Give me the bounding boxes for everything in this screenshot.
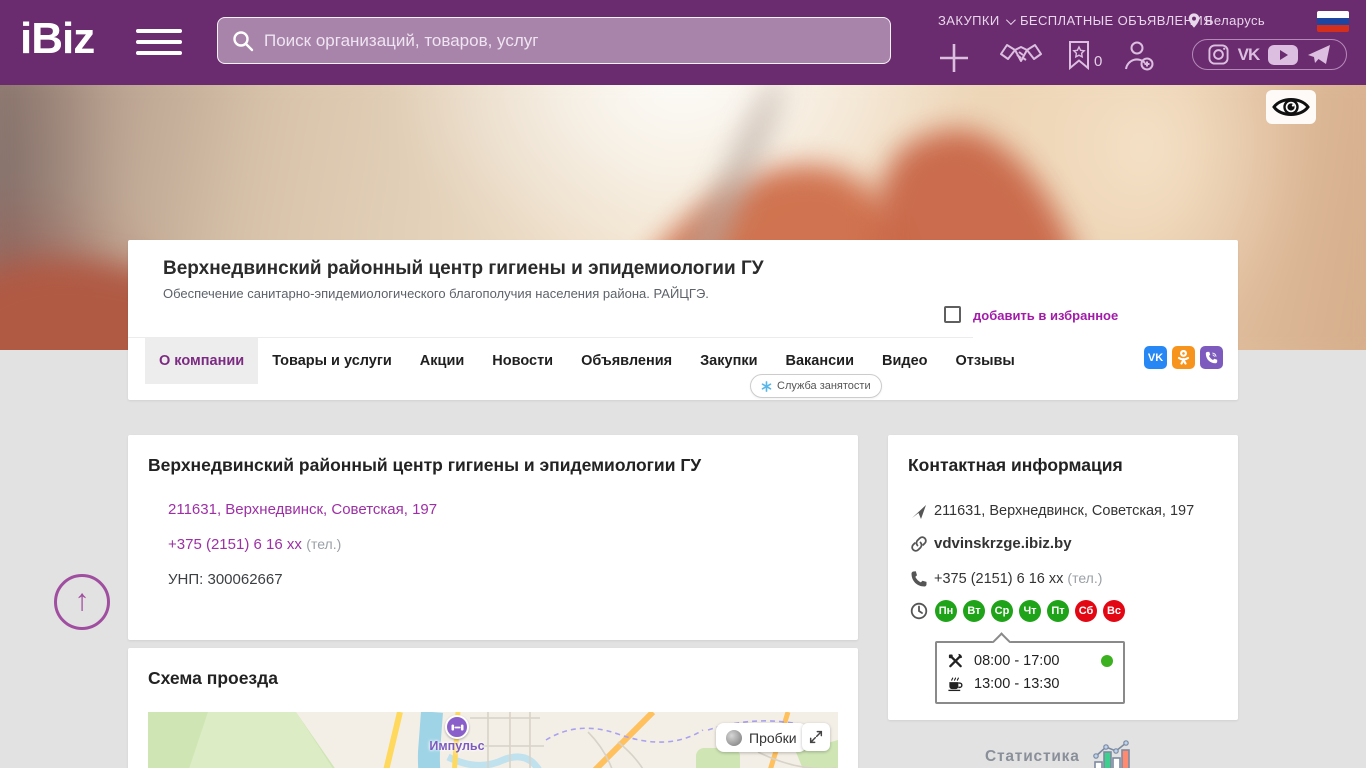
header-social-bar: VK — [1192, 39, 1347, 70]
contact-website-link[interactable]: vdvinskrzge.ibiz.by — [934, 535, 1072, 552]
schedule-tooltip: 08:00 - 17:00 13:00 - 13:30 — [935, 641, 1125, 704]
youtube-icon[interactable] — [1268, 45, 1298, 65]
accessibility-eye-button[interactable] — [1266, 90, 1316, 124]
navigation-arrow-icon — [910, 503, 928, 521]
nav-free-ads[interactable]: БЕСПЛАТНЫЕ ОБЪЯВЛЕНИЯ — [1020, 13, 1213, 28]
about-phone-note: (тел.) — [306, 536, 341, 552]
location-pin-icon — [1188, 13, 1200, 28]
tab-news[interactable]: Новости — [478, 338, 567, 384]
tab-about[interactable]: О компании — [145, 338, 258, 384]
day-badge-mon[interactable]: Пн — [935, 600, 957, 622]
traffic-toggle-button[interactable]: Пробки — [716, 723, 807, 752]
search-bar — [217, 17, 891, 64]
work-hours: 08:00 - 17:00 — [974, 653, 1059, 669]
search-input[interactable] — [264, 31, 876, 51]
day-badge-tue[interactable]: Вт — [963, 600, 985, 622]
tab-products[interactable]: Товары и услуги — [258, 338, 406, 384]
about-heading: Верхнедвинский районный центр гигиены и … — [148, 455, 701, 476]
main-header: iBiz ЗАКУПКИ БЕСПЛАТНЫЕ ОБЪЯВЛЕНИЯ Белар… — [0, 0, 1366, 85]
handshake-partners-icon[interactable] — [1000, 41, 1042, 78]
company-title: Верхнедвинский районный центр гигиены и … — [163, 258, 764, 280]
hamburger-menu-icon[interactable] — [136, 29, 182, 57]
back-to-top-button[interactable]: ↑ — [54, 574, 110, 630]
tab-promos[interactable]: Акции — [406, 338, 478, 384]
vk-share-icon[interactable]: VK — [1144, 346, 1167, 369]
break-coffee-icon — [947, 675, 964, 692]
nav-location[interactable]: Беларусь — [1188, 13, 1265, 28]
company-subtitle: Обеспечение санитарно-эпидемиологическог… — [163, 286, 709, 301]
day-badge-thu[interactable]: Чт — [1019, 600, 1041, 622]
about-phone-link[interactable]: +375 (2151) 6 16 xx — [168, 536, 302, 553]
phone-icon — [910, 570, 928, 588]
nav-procurement[interactable]: ЗАКУПКИ — [938, 13, 1013, 28]
link-icon — [910, 535, 928, 553]
statistics-link[interactable]: Статистика — [985, 740, 1134, 768]
add-to-favorites-label[interactable]: добавить в избранное — [973, 308, 1118, 323]
company-header-card: Верхнедвинский районный центр гигиены и … — [128, 240, 1238, 400]
up-arrow-icon: ↑ — [75, 584, 90, 618]
ibiz-logo[interactable]: iBiz — [20, 14, 94, 64]
contact-info-card: Контактная информация 211631, Верхнедвин… — [888, 435, 1238, 720]
add-to-favorites-checkbox[interactable] — [944, 306, 961, 323]
about-address-link[interactable]: 211631, Верхнедвинск, Советская, 197 — [168, 501, 437, 518]
russian-flag-icon[interactable] — [1317, 11, 1349, 32]
traffic-light-icon — [726, 730, 742, 746]
tooltip-pointer — [992, 632, 1010, 650]
statistics-label: Статистика — [985, 748, 1080, 766]
statistics-chart-icon — [1090, 740, 1134, 768]
instagram-icon[interactable] — [1208, 44, 1229, 65]
odnoklassniki-share-icon[interactable] — [1172, 346, 1195, 369]
directions-heading: Схема проезда — [148, 668, 278, 689]
day-badge-wed[interactable]: Ср — [991, 600, 1013, 622]
search-icon — [232, 30, 254, 52]
break-hours: 13:00 - 13:30 — [974, 676, 1059, 692]
eye-icon — [1272, 95, 1310, 119]
expand-arrows-icon — [808, 729, 824, 745]
clock-icon — [910, 602, 928, 620]
day-badge-sat[interactable]: Сб — [1075, 600, 1097, 622]
chevron-down-icon — [1006, 15, 1016, 25]
work-tools-icon — [947, 652, 964, 669]
day-badge-fri[interactable]: Пт — [1047, 600, 1069, 622]
tab-ads[interactable]: Объявления — [567, 338, 686, 384]
favorites-bookmark-icon[interactable] — [1068, 40, 1090, 75]
workdays-row: Пн Вт Ср Чт Пт Сб Вс — [935, 600, 1131, 622]
gym-poi-label[interactable]: Импульс — [405, 739, 509, 753]
contact-phone[interactable]: +375 (2151) 6 16 xx — [934, 571, 1063, 587]
contact-address: 211631, Верхнедвинск, Советская, 197 — [934, 503, 1194, 519]
directions-card: Схема проезда — [128, 648, 858, 768]
vk-icon[interactable]: VK — [1238, 45, 1260, 65]
telegram-icon[interactable] — [1307, 44, 1331, 66]
map-fullscreen-button[interactable] — [802, 723, 830, 751]
tab-video[interactable]: Видео — [868, 338, 942, 384]
gym-poi-marker[interactable] — [445, 715, 469, 739]
asterisk-icon — [761, 381, 772, 392]
user-register-icon[interactable] — [1122, 40, 1156, 77]
about-company-card: Верхнедвинский районный центр гигиены и … — [128, 435, 858, 640]
map-canvas[interactable]: Импульс Пробки — [148, 712, 838, 768]
day-badge-sun[interactable]: Вс — [1103, 600, 1125, 622]
viber-share-icon[interactable] — [1200, 346, 1223, 369]
open-now-indicator — [1101, 655, 1113, 667]
add-plus-icon[interactable] — [936, 40, 972, 81]
employment-service-tooltip: Служба занятости — [750, 374, 882, 398]
tab-reviews[interactable]: Отзывы — [942, 338, 1029, 384]
about-unp: УНП: 300062667 — [168, 571, 283, 588]
contact-phone-note: (тел.) — [1067, 570, 1102, 586]
contact-heading: Контактная информация — [908, 455, 1123, 476]
favorites-count: 0 — [1094, 53, 1102, 70]
